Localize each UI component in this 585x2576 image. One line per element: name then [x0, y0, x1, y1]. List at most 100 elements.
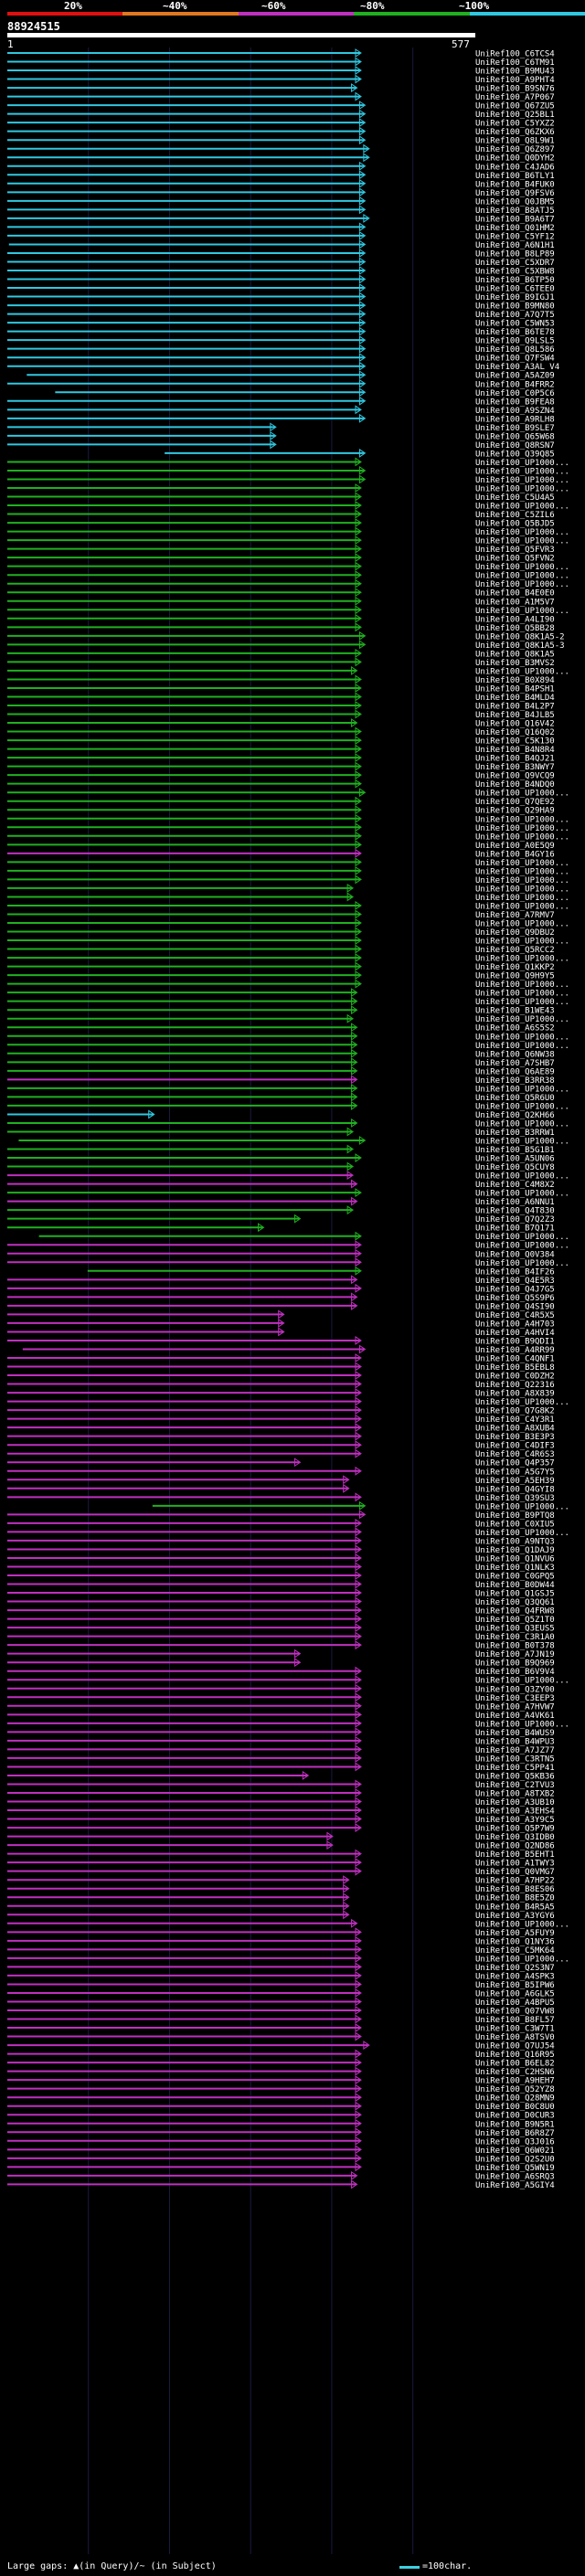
- hit-id-label[interactable]: UniRef100_C3R1A0: [475, 1633, 555, 1642]
- hit-id-label[interactable]: UniRef100_C0P5C6: [475, 389, 555, 398]
- hit-id-label[interactable]: UniRef100_Q0JBM5: [475, 197, 555, 207]
- hit-id-label[interactable]: UniRef100_Q4GYI8: [475, 1485, 555, 1494]
- hit-id-label[interactable]: UniRef100_A4VK61: [475, 1712, 555, 1721]
- hit-id-label[interactable]: UniRef100_Q1GSJ5: [475, 1590, 555, 1599]
- hit-id-label[interactable]: UniRef100_UP1000...: [475, 815, 569, 824]
- hit-id-label[interactable]: UniRef100_Q0DYH2: [475, 154, 555, 164]
- hit-id-label[interactable]: UniRef100_B0DW44: [475, 1581, 555, 1590]
- hit-id-label[interactable]: UniRef100_B5EBL8: [475, 1363, 555, 1373]
- hit-id-label[interactable]: UniRef100_Q2KH66: [475, 1111, 555, 1120]
- hit-id-label[interactable]: UniRef100_B8ATJ5: [475, 207, 555, 216]
- hit-id-label[interactable]: UniRef100_C6TCS4: [475, 50, 555, 59]
- hit-id-label[interactable]: UniRef100_Q5BB28: [475, 624, 555, 633]
- hit-id-label[interactable]: UniRef100_Q9H9Y5: [475, 972, 555, 981]
- hit-id-label[interactable]: UniRef100_A1M5V7: [475, 598, 555, 607]
- hit-id-label[interactable]: UniRef100_B4QJ21: [475, 755, 555, 764]
- hit-id-label[interactable]: UniRef100_C4R5X5: [475, 1311, 555, 1320]
- hit-id-label[interactable]: UniRef100_Q0V384: [475, 1250, 555, 1259]
- hit-id-label[interactable]: UniRef100_C3W7T1: [475, 2025, 555, 2034]
- hit-id-label[interactable]: UniRef100_Q4P357: [475, 1459, 555, 1468]
- hit-id-label[interactable]: UniRef100_B8LP89: [475, 249, 555, 259]
- hit-id-label[interactable]: UniRef100_C5PP41: [475, 1764, 555, 1773]
- hit-id-label[interactable]: UniRef100_Q4FRW8: [475, 1607, 555, 1617]
- hit-id-label[interactable]: UniRef100_C5ZIL6: [475, 511, 555, 520]
- hit-id-label[interactable]: UniRef100_A5GIY4: [475, 2181, 555, 2190]
- hit-id-label[interactable]: UniRef100_UP1000...: [475, 885, 569, 894]
- hit-id-label[interactable]: UniRef100_B5G1B1: [475, 1146, 555, 1155]
- hit-id-label[interactable]: UniRef100_B4MLD4: [475, 694, 555, 703]
- hit-id-label[interactable]: UniRef100_A8XUB4: [475, 1425, 555, 1434]
- hit-id-label[interactable]: UniRef100_B4R5A5: [475, 1903, 555, 1912]
- hit-id-label[interactable]: UniRef100_A8TSV0: [475, 2033, 555, 2042]
- hit-id-label[interactable]: UniRef100_C3EEP3: [475, 1694, 555, 1703]
- hit-id-label[interactable]: UniRef100_Q2S3N7: [475, 1964, 555, 1973]
- hit-id-label[interactable]: UniRef100_Q3IDB0: [475, 1833, 555, 1842]
- hit-id-label[interactable]: UniRef100_Q1NY36: [475, 1937, 555, 1946]
- hit-id-label[interactable]: UniRef100_UP1000...: [475, 607, 569, 616]
- hit-id-label[interactable]: UniRef100_Q4T830: [475, 1207, 555, 1216]
- hit-id-label[interactable]: UniRef100_Q6NW38: [475, 1050, 555, 1059]
- hit-id-label[interactable]: UniRef100_A8TXB2: [475, 1790, 555, 1799]
- hit-id-label[interactable]: UniRef100_Q5FVN2: [475, 555, 555, 564]
- hit-id-label[interactable]: UniRef100_Q5Z1T0: [475, 1616, 555, 1625]
- hit-id-label[interactable]: UniRef100_UP1000...: [475, 955, 569, 964]
- hit-id-label[interactable]: UniRef100_UP1000...: [475, 1085, 569, 1094]
- hit-id-label[interactable]: UniRef100_A4RR99: [475, 1346, 555, 1355]
- hit-id-label[interactable]: UniRef100_UP1000...: [475, 1720, 569, 1729]
- hit-id-label[interactable]: UniRef100_B8ES06: [475, 1885, 555, 1894]
- hit-id-label[interactable]: UniRef100_Q9LSL5: [475, 337, 555, 346]
- hit-id-label[interactable]: UniRef100_UP1000...: [475, 981, 569, 990]
- hit-id-label[interactable]: UniRef100_Q5R6U0: [475, 1094, 555, 1103]
- hit-id-label[interactable]: UniRef100_Q65W68: [475, 432, 555, 441]
- hit-id-label[interactable]: UniRef100_C5YXZ2: [475, 120, 555, 129]
- hit-id-label[interactable]: UniRef100_UP1000...: [475, 667, 569, 676]
- hit-id-label[interactable]: UniRef100_UP1000...: [475, 528, 569, 537]
- hit-id-label[interactable]: UniRef100_B9Q969: [475, 1659, 555, 1669]
- hit-id-label[interactable]: UniRef100_Q1DAJ9: [475, 1546, 555, 1555]
- hit-id-label[interactable]: UniRef100_Q6W021: [475, 2147, 555, 2156]
- hit-id-label[interactable]: UniRef100_B0C8U0: [475, 2103, 555, 2112]
- hit-id-label[interactable]: UniRef100_B3MVS2: [475, 659, 555, 668]
- hit-id-label[interactable]: UniRef100_A6GLK5: [475, 1989, 555, 1998]
- hit-id-label[interactable]: UniRef100_Q8L9W1: [475, 137, 555, 146]
- hit-id-label[interactable]: UniRef100_B9FEA8: [475, 398, 555, 407]
- hit-id-label[interactable]: UniRef100_B6TLY1: [475, 172, 555, 181]
- hit-id-label[interactable]: UniRef100_Q6ZKX6: [475, 128, 555, 137]
- hit-id-label[interactable]: UniRef100_A5G7Y5: [475, 1468, 555, 1477]
- hit-id-label[interactable]: UniRef100_Q29HA9: [475, 807, 555, 816]
- hit-id-label[interactable]: UniRef100_A9PHT4: [475, 76, 555, 85]
- hit-id-label[interactable]: UniRef100_C6TEE0: [475, 285, 555, 294]
- hit-id-label[interactable]: UniRef100_UP1000...: [475, 1529, 569, 1538]
- hit-id-label[interactable]: UniRef100_Q9VCQ9: [475, 772, 555, 781]
- hit-id-label[interactable]: UniRef100_Q8L586: [475, 345, 555, 355]
- hit-id-label[interactable]: UniRef100_UP1000...: [475, 1955, 569, 1964]
- hit-id-label[interactable]: UniRef100_B4E0E0: [475, 589, 555, 599]
- hit-id-label[interactable]: UniRef100_Q6Z897: [475, 145, 555, 154]
- hit-id-label[interactable]: UniRef100_A7Q7T5: [475, 311, 555, 320]
- hit-id-label[interactable]: UniRef100_B6V9V4: [475, 1668, 555, 1677]
- hit-id-label[interactable]: UniRef100_A6N1H1: [475, 241, 555, 250]
- hit-id-label[interactable]: UniRef100_A4HVI4: [475, 1329, 555, 1338]
- hit-id-label[interactable]: UniRef100_B4L2P7: [475, 703, 555, 712]
- hit-id-label[interactable]: UniRef100_B9A6T7: [475, 215, 555, 224]
- hit-id-label[interactable]: UniRef100_C3RTN5: [475, 1754, 555, 1764]
- hit-id-label[interactable]: UniRef100_B4GY16: [475, 850, 555, 859]
- hit-id-label[interactable]: UniRef100_A6NNU1: [475, 1198, 555, 1207]
- hit-id-label[interactable]: UniRef100_UP1000...: [475, 1138, 569, 1147]
- hit-id-label[interactable]: UniRef100_B9QDI1: [475, 1337, 555, 1346]
- hit-id-label[interactable]: UniRef100_A7JN19: [475, 1650, 555, 1659]
- hit-id-label[interactable]: UniRef100_Q7UJ54: [475, 2042, 555, 2051]
- hit-id-label[interactable]: UniRef100_B9MN80: [475, 302, 555, 312]
- hit-id-label[interactable]: UniRef100_UP1000...: [475, 867, 569, 876]
- hit-id-label[interactable]: UniRef100_Q25BL1: [475, 111, 555, 120]
- hit-id-label[interactable]: UniRef100_C4JAD6: [475, 163, 555, 172]
- hit-id-label[interactable]: UniRef100_Q7Q2Z3: [475, 1215, 555, 1224]
- hit-id-label[interactable]: UniRef100_Q8K1A5-2: [475, 632, 565, 641]
- hit-id-label[interactable]: UniRef100_Q5KB36: [475, 1772, 555, 1781]
- hit-id-label[interactable]: UniRef100_UP1000...: [475, 485, 569, 494]
- hit-id-label[interactable]: UniRef100_C5XBW8: [475, 268, 555, 277]
- hit-id-label[interactable]: UniRef100_C5U4A5: [475, 493, 555, 503]
- hit-id-label[interactable]: UniRef100_UP1000...: [475, 459, 569, 468]
- hit-id-label[interactable]: UniRef100_UP1000...: [475, 476, 569, 485]
- hit-id-label[interactable]: UniRef100_Q5FVR3: [475, 546, 555, 555]
